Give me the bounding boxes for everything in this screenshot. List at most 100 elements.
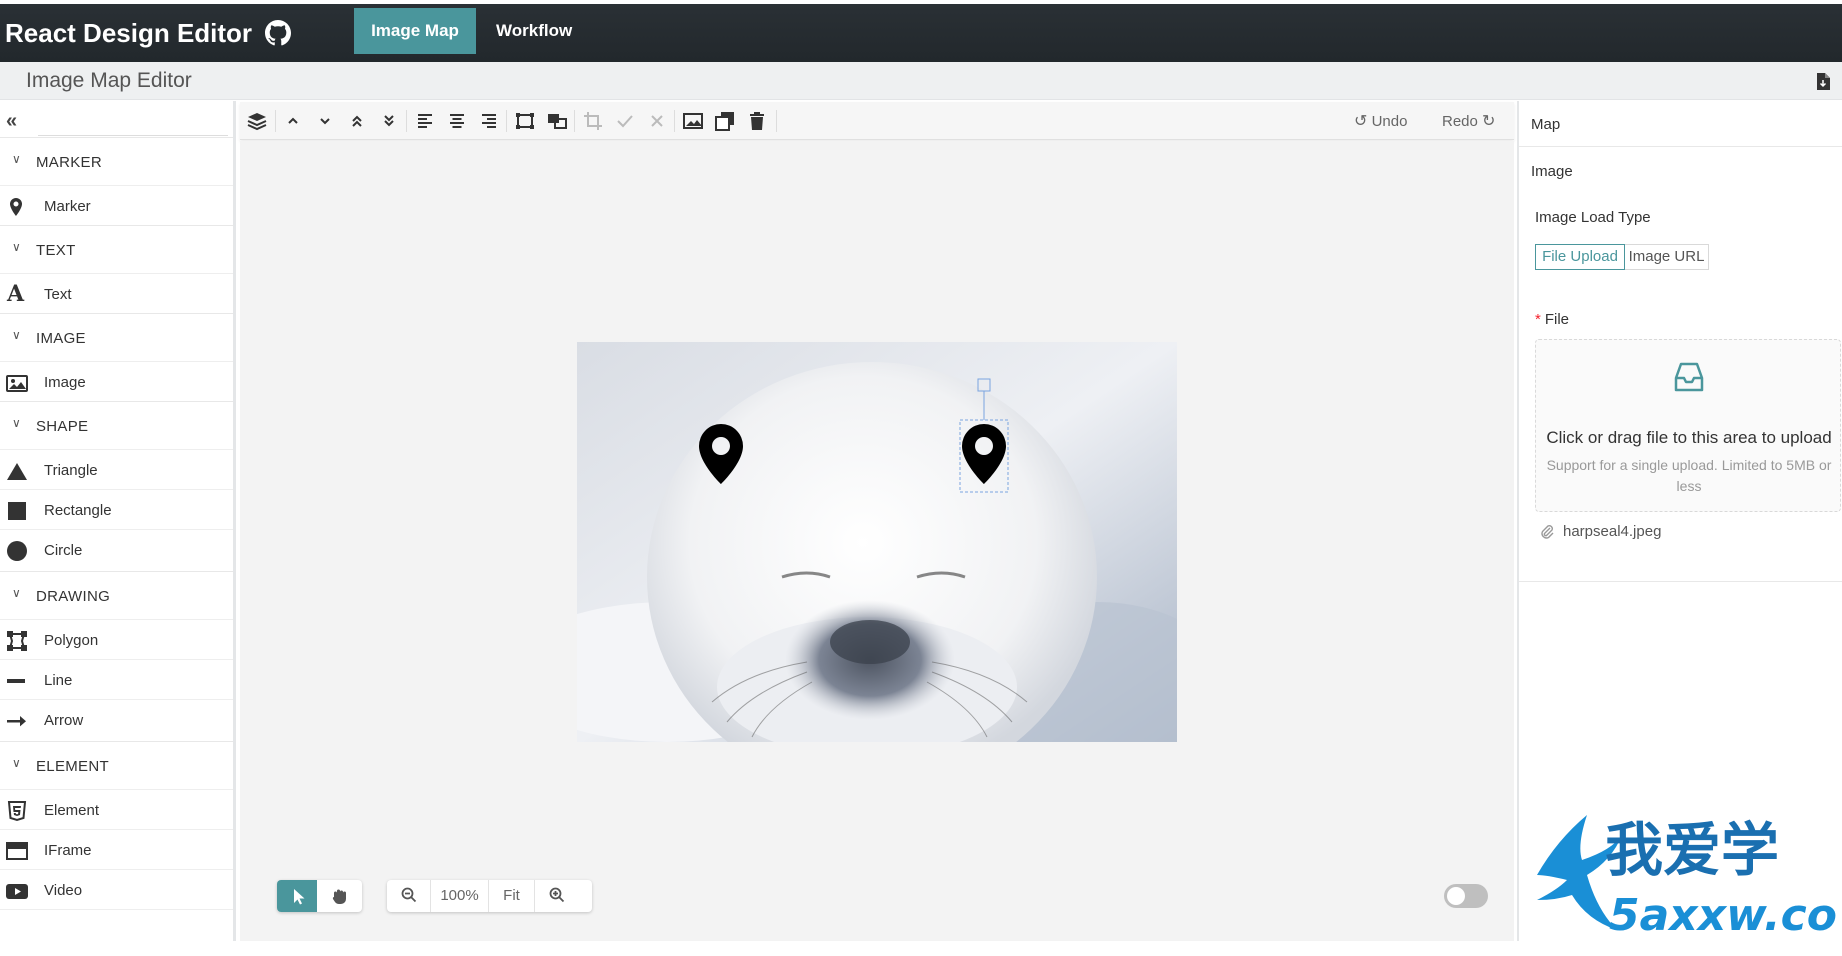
category-image[interactable]: ∨ IMAGE — [0, 313, 233, 361]
chevron-down-icon: ∨ — [12, 240, 21, 254]
divider — [1519, 581, 1842, 582]
interaction-mode-group — [277, 880, 362, 912]
window-icon — [6, 842, 28, 860]
hand-icon — [332, 889, 346, 904]
send-backward-icon[interactable] — [314, 110, 336, 132]
align-left-icon[interactable] — [414, 110, 436, 132]
zoom-level[interactable]: 100% — [431, 880, 489, 912]
sidebar-item-circle[interactable]: Circle — [0, 529, 233, 569]
sidebar-item-text[interactable]: A Text — [0, 273, 233, 313]
category-marker[interactable]: ∨ MARKER — [0, 137, 233, 185]
uploaded-file-name[interactable]: harpseal4.jpeg — [1563, 523, 1661, 540]
video-icon — [6, 884, 28, 899]
arrow-right-icon — [7, 716, 26, 727]
square-icon — [8, 502, 26, 520]
polygon-icon — [7, 631, 27, 651]
pan-mode-button[interactable] — [319, 880, 359, 912]
select-mode-button[interactable] — [277, 880, 317, 912]
sidebar-item-video[interactable]: Video — [0, 869, 233, 909]
triangle-icon — [7, 463, 27, 480]
line-icon — [7, 679, 25, 683]
toggle-knob — [1447, 887, 1465, 905]
github-icon[interactable] — [265, 20, 292, 46]
map-background-image[interactable] — [577, 342, 1177, 742]
undo-button[interactable]: ↺ Undo — [1354, 111, 1407, 131]
required-mark: * — [1535, 311, 1541, 328]
toolbar-divider — [574, 110, 575, 132]
file-export-icon[interactable] — [1816, 73, 1830, 90]
circle-icon — [7, 541, 27, 561]
panel-header-map[interactable]: Map — [1531, 116, 1560, 133]
radio-image-url[interactable]: Image URL — [1625, 244, 1709, 270]
zoom-in-button[interactable] — [535, 880, 579, 912]
editor-mode-toggle[interactable] — [1444, 884, 1488, 908]
sidebar-item-iframe[interactable]: IFrame — [0, 829, 233, 869]
sidebar-item-element[interactable]: Element — [0, 789, 233, 829]
trash-icon[interactable] — [746, 110, 768, 132]
layers-icon[interactable] — [246, 110, 268, 132]
zoom-controls: 100% Fit — [387, 880, 592, 912]
zoom-out-button[interactable] — [387, 880, 431, 912]
category-shape[interactable]: ∨ SHAPE — [0, 401, 233, 449]
category-text[interactable]: ∨ TEXT — [0, 225, 233, 273]
sidebar-item-rectangle[interactable]: Rectangle — [0, 489, 233, 529]
sidebar: « ∨ MARKER Marker ∨ TEXT A Text ∨ IMAGE … — [0, 101, 236, 941]
sidebar-header: « — [0, 101, 233, 137]
brand-title: React Design Editor — [5, 18, 253, 48]
sidebar-item-line[interactable]: Line — [0, 659, 233, 699]
page-title: Image Map Editor — [26, 69, 192, 92]
zoom-in-icon — [549, 887, 565, 903]
upload-dropzone[interactable]: Click or drag file to this area to uploa… — [1535, 339, 1841, 512]
brand[interactable]: React Design Editor — [5, 4, 292, 62]
editor-title-bar: Image Map Editor — [0, 62, 1842, 100]
sidebar-item-image[interactable]: Image — [0, 361, 233, 401]
align-center-icon[interactable] — [446, 110, 468, 132]
tab-image-map[interactable]: Image Map — [354, 8, 476, 54]
sidebar-item-arrow[interactable]: Arrow — [0, 699, 233, 739]
radio-file-upload[interactable]: File Upload — [1535, 244, 1625, 270]
mouse-pointer-icon — [294, 889, 305, 905]
image-icon — [6, 375, 28, 392]
paperclip-icon — [1541, 525, 1554, 539]
clone-icon[interactable] — [714, 110, 736, 132]
category-drawing[interactable]: ∨ DRAWING — [0, 571, 233, 619]
align-right-icon[interactable] — [478, 110, 500, 132]
redo-button[interactable]: Redo ↻ — [1442, 111, 1495, 131]
inbox-icon — [1674, 362, 1704, 392]
close-icon[interactable] — [646, 110, 668, 132]
bring-forward-icon[interactable] — [282, 110, 304, 132]
send-to-back-icon[interactable] — [378, 110, 400, 132]
chevron-down-icon: ∨ — [12, 756, 21, 770]
bring-to-front-icon[interactable] — [346, 110, 368, 132]
panel-section-image[interactable]: Image — [1531, 163, 1573, 180]
sidebar-footer — [0, 909, 233, 941]
sidebar-item-polygon[interactable]: Polygon — [0, 619, 233, 659]
zoom-fit-button[interactable]: Fit — [489, 880, 535, 912]
file-field-label: * File — [1535, 311, 1570, 328]
chevron-down-icon: ∨ — [12, 416, 21, 430]
ungroup-icon[interactable] — [546, 110, 568, 132]
watermark-text-en: 5axxw.co — [1609, 890, 1837, 940]
site-watermark-logo: 我爱学 5axxw.co — [1537, 815, 1837, 940]
zoom-out-icon — [401, 887, 416, 903]
chevron-down-icon: ∨ — [12, 152, 21, 166]
sidebar-item-marker[interactable]: Marker — [0, 185, 233, 225]
category-element[interactable]: ∨ ELEMENT — [0, 741, 233, 789]
top-navbar: React Design Editor Image Map Workflow — [0, 4, 1842, 62]
crop-icon[interactable] — [582, 110, 604, 132]
upload-hint: Support for a single upload. Limited to … — [1546, 457, 1832, 494]
image-load-type-label: Image Load Type — [1535, 209, 1651, 226]
image-icon[interactable] — [682, 110, 704, 132]
undo-icon: ↺ — [1354, 113, 1368, 130]
search-input[interactable] — [38, 135, 228, 136]
map-marker-icon — [10, 198, 22, 216]
group-icon[interactable] — [514, 110, 536, 132]
sidebar-item-triangle[interactable]: Triangle — [0, 449, 233, 489]
divider — [1519, 146, 1842, 147]
watermark-text-cn: 我爱学 — [1605, 816, 1779, 884]
toolbar-divider — [674, 110, 675, 132]
check-icon[interactable] — [614, 110, 636, 132]
tab-workflow[interactable]: Workflow — [476, 8, 592, 54]
toolbar-divider — [776, 110, 777, 132]
double-left-icon[interactable]: « — [6, 110, 17, 133]
